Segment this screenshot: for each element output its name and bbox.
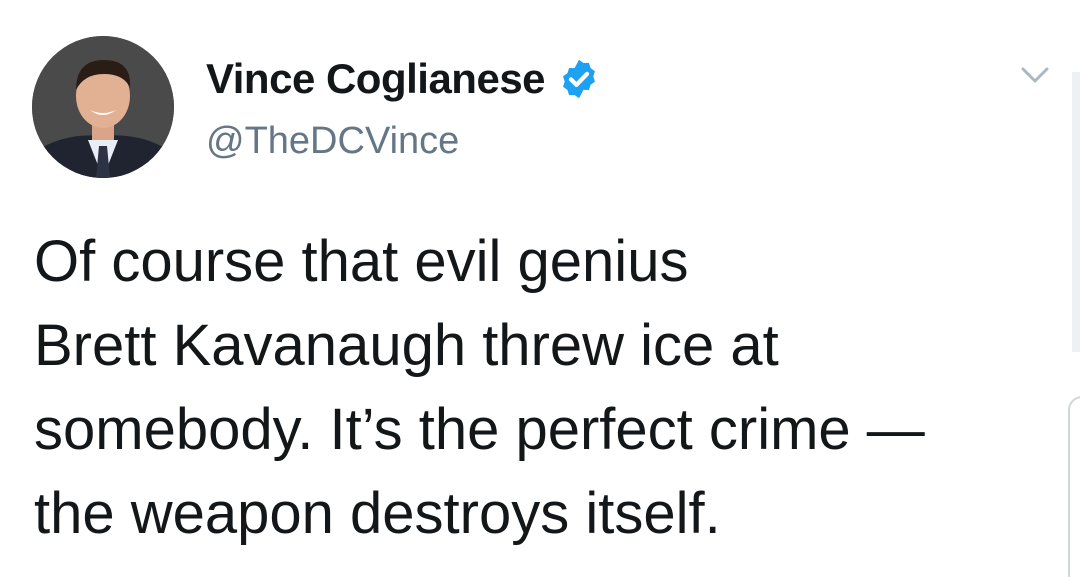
chevron-down-icon[interactable]: [1018, 62, 1052, 88]
author-handle[interactable]: @TheDCVince: [206, 118, 459, 164]
tweet-text: Of course that evil genius Brett Kavanau…: [34, 229, 925, 546]
author-row: Vince Coglianese: [206, 54, 601, 104]
scrollbar-track[interactable]: [1072, 72, 1080, 352]
verified-badge-icon: [563, 59, 595, 99]
adjacent-card-edge: [1068, 396, 1080, 577]
profile-photo-icon: [32, 36, 174, 178]
display-name[interactable]: Vince Coglianese: [206, 54, 546, 104]
avatar[interactable]: [32, 36, 174, 178]
tweet-card: Vince Coglianese @TheDCVince Of course t…: [0, 0, 1080, 577]
